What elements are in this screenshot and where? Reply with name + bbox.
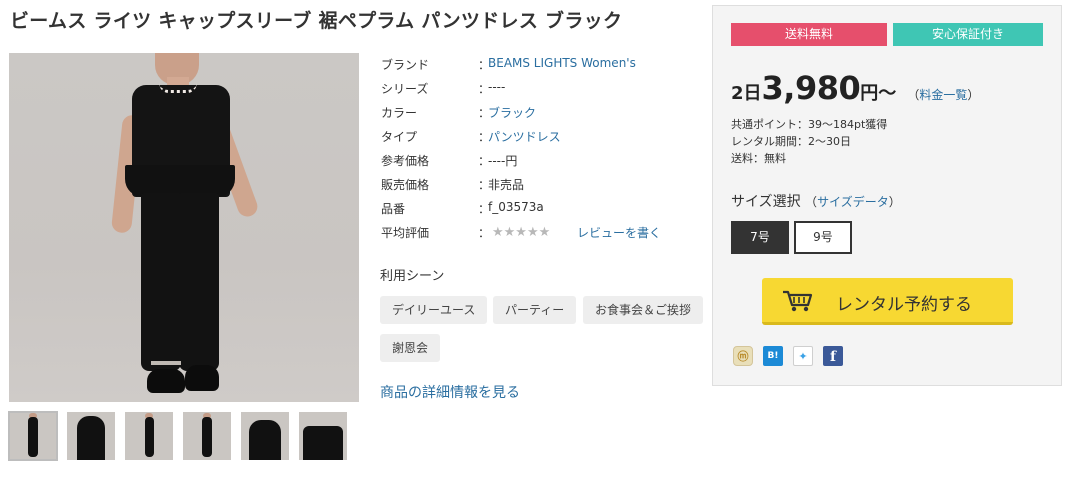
model-necklace [159,83,197,93]
price-list-close: ） [967,88,980,102]
size-option-9[interactable]: 9号 [794,221,852,254]
model-shoe [147,369,185,393]
model-shoe [185,365,219,391]
rental-reserve-label: レンタル予約する [836,295,972,315]
spec-label: 平均評価 [381,226,430,240]
size-data: （サイズデータ） [805,194,901,210]
spec-label: カラー [381,106,418,120]
thumbnail-1[interactable] [8,411,58,461]
size-data-close: ） [888,195,901,209]
cart-icon [782,289,814,317]
facebook-icon[interactable]: f [823,346,843,366]
model-pants [179,193,219,371]
spec-label: 参考価格 [381,154,430,168]
rental-panel: 送料無料 安心保証付き 2日3,980円〜 （料金一覧） 共通ポイント：39〜1… [712,5,1062,386]
product-title: ビームス ライツ キャップスリーブ 裾ペプラム パンツドレス ブラック [10,10,623,32]
thumbnail-figure [249,420,281,460]
write-review-link[interactable]: レビューを書く [577,224,661,241]
thumbnail-figure [145,417,154,457]
thumbnail-figure [202,417,212,457]
rental-reserve-button[interactable]: レンタル予約する [762,278,1013,325]
spec-label: ブランド [381,58,430,72]
model-pants [141,193,181,371]
spec-label: 品番 [381,202,406,216]
spec-value: ---- [488,80,506,94]
model-shoe-strap [151,361,181,365]
free-shipping-badge: 送料無料 [731,23,887,46]
product-detail-link[interactable]: 商品の詳細情報を見る [380,382,520,402]
hatena-bookmark-icon[interactable]: B! [763,346,783,366]
price-list: （料金一覧） [907,88,979,102]
thumbnail-6[interactable] [299,412,347,460]
thumbnail-figure [303,426,343,460]
scene-tag[interactable]: 謝恩会 [380,334,441,362]
size-option-7[interactable]: 7号 [731,221,789,254]
thumbnail-3[interactable] [125,412,173,460]
thumbnail-figure [28,417,38,457]
size-heading: サイズ選択 （サイズデータ） [731,191,901,211]
scene-tag[interactable]: お食事会＆ご挨拶 [583,296,704,324]
scene-tag[interactable]: デイリーユース [380,296,488,324]
thumbnail-figure [77,416,105,460]
size-heading-label: サイズ選択 [731,194,801,210]
spec-value: ----円 [488,154,518,168]
spec-value: f_03573a [488,200,544,214]
size-data-open: （ [805,195,818,209]
price-days: 2日 [731,83,762,104]
twitter-icon[interactable]: ✦ [793,346,813,366]
spec-label: シリーズ [381,82,429,96]
spec-colon: ： [478,226,491,240]
rating-stars-icon: ★★★★★ [492,225,551,240]
main-product-image[interactable] [9,53,359,402]
spec-label: タイプ [381,130,418,144]
price-unit: 円〜 [860,83,897,104]
shipping-info: 送料：無料 [731,152,786,165]
thumbnail-4[interactable] [183,412,231,460]
size-data-link[interactable]: サイズデータ [817,195,889,209]
type-link[interactable]: パンツドレス [488,128,561,145]
scene-tag[interactable]: パーティー [493,296,577,324]
price-list-open: （ [907,88,920,102]
scene-heading: 利用シーン [380,269,445,284]
thumbnail-2[interactable] [67,412,115,460]
mixi-icon[interactable]: ⓜ [733,346,753,366]
price-list-link[interactable]: 料金一覧 [919,88,967,102]
spec-row-rating: 平均評価 ： ★★★★★ レビューを書く [381,224,681,242]
thumbnail-5[interactable] [241,412,289,460]
price-amount: 3,980 [761,69,861,107]
points-info: 共通ポイント：39〜184pt獲得 [731,118,888,131]
spec-label: 販売価格 [381,178,430,192]
price-row: 2日3,980円〜 （料金一覧） [731,69,979,107]
rental-period-info: レンタル期間：2〜30日 [731,135,851,148]
spec-value: 非売品 [488,178,525,192]
guarantee-badge: 安心保証付き [893,23,1043,46]
brand-link[interactable]: BEAMS LIGHTS Women's [488,56,636,70]
color-link[interactable]: ブラック [488,104,536,121]
